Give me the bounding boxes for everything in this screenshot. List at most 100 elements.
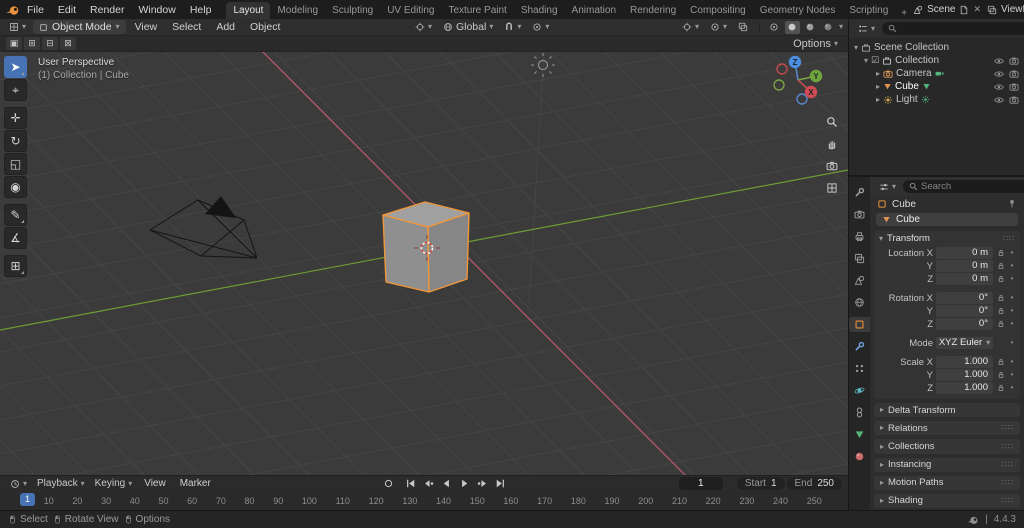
lock-icon[interactable] (996, 262, 1006, 270)
zoom-icon[interactable] (826, 116, 838, 128)
viewlayer-name[interactable]: ViewLayer (1001, 4, 1024, 15)
section-delta-transform[interactable]: ▸ Delta Transform (874, 403, 1020, 418)
camera-object[interactable] (148, 196, 258, 259)
location-y-field[interactable]: 0 m (936, 260, 993, 273)
location-x-field[interactable]: 0 m (936, 247, 993, 260)
tab-modifiers[interactable] (849, 339, 870, 354)
menu-render[interactable]: Render (83, 4, 131, 16)
timeline-ruler[interactable]: 1 10 20 30 40 50 60 70 80 90 100 110 120… (0, 491, 848, 510)
tab-object-data[interactable] (849, 427, 870, 442)
disable-render-toggle[interactable] (1009, 56, 1019, 66)
grip-icon[interactable]: ∷∷ (1002, 424, 1014, 432)
play-reverse-button[interactable] (440, 477, 454, 490)
tab-compositing[interactable]: Compositing (683, 2, 753, 19)
tool-rotate[interactable]: ↻ (4, 130, 27, 152)
show-gizmo-dropdown[interactable]: ▾ (678, 21, 703, 33)
tab-uv-editing[interactable]: UV Editing (380, 2, 441, 19)
outliner-editor-type-button[interactable]: ▾ (854, 23, 879, 35)
shading-rendered-button[interactable] (821, 21, 836, 34)
timeline-view-menu[interactable]: View (138, 478, 172, 489)
chevron-down-icon[interactable]: ▾ (864, 56, 868, 65)
grip-icon[interactable]: ∷∷ (1002, 442, 1014, 451)
animate-dot[interactable]: • (1009, 275, 1015, 283)
menu-help[interactable]: Help (183, 4, 219, 16)
tab-modeling[interactable]: Modeling (270, 2, 325, 19)
tab-texture-paint[interactable]: Texture Paint (441, 2, 513, 19)
grip-icon[interactable]: ∷∷ (1002, 496, 1014, 505)
tab-geometry-nodes[interactable]: Geometry Nodes (753, 2, 843, 19)
disable-render-toggle[interactable] (1009, 82, 1019, 92)
ortho-toggle-icon[interactable] (826, 182, 838, 194)
navigation-gizmo[interactable]: Z Y X (770, 54, 826, 112)
tab-scripting[interactable]: Scripting (842, 2, 895, 19)
chevron-right-icon[interactable]: ▸ (876, 95, 880, 104)
timeline-marker-menu[interactable]: Marker (174, 478, 217, 489)
tool-annotate[interactable]: ✎ (4, 204, 27, 226)
tab-layout[interactable]: Layout (226, 2, 271, 19)
tab-tool[interactable] (849, 185, 870, 200)
animate-dot[interactable]: • (1009, 249, 1015, 257)
unlink-scene-button[interactable]: ✕ (973, 4, 981, 15)
pin-icon[interactable] (1007, 199, 1017, 209)
chevron-down-icon[interactable]: ▾ (854, 43, 858, 52)
prev-keyframe-button[interactable] (422, 477, 436, 490)
select-mode-new-button[interactable]: ▣ (6, 37, 22, 50)
snap-dropdown[interactable]: ▾ (500, 21, 525, 33)
editor-type-button[interactable]: ▾ (5, 21, 30, 33)
hide-eye-toggle[interactable] (994, 82, 1004, 92)
properties-search-input[interactable] (921, 181, 1024, 192)
lock-icon[interactable] (996, 294, 1006, 302)
breadcrumb-object-name[interactable]: Cube (892, 199, 916, 210)
gizmo-neg-y[interactable] (773, 79, 785, 91)
scale-x-field[interactable]: 1.000 (936, 356, 993, 369)
tab-render[interactable] (849, 207, 870, 222)
pivot-point-dropdown[interactable]: ▾ (411, 21, 436, 33)
tab-shading[interactable]: Shading (514, 2, 565, 19)
outliner-row-collection[interactable]: ▾ ☑ Collection (849, 54, 1024, 67)
lock-icon[interactable] (996, 249, 1006, 257)
select-mode-subtract-button[interactable]: ⊟ (42, 37, 58, 50)
new-scene-button[interactable] (959, 5, 969, 15)
gizmo-neg-x[interactable] (776, 63, 788, 75)
hide-eye-toggle[interactable] (994, 69, 1004, 79)
tab-physics[interactable] (849, 383, 870, 398)
shading-wireframe-button[interactable] (767, 21, 782, 34)
chevron-right-icon[interactable]: ▸ (876, 82, 880, 91)
animate-dot[interactable]: • (1009, 384, 1015, 392)
rotation-x-field[interactable]: 0° (936, 292, 993, 305)
transform-panel-header[interactable]: ▾ Transform ∷∷ (874, 231, 1020, 246)
animate-dot[interactable]: • (1009, 371, 1015, 379)
add-workspace-button[interactable]: + (895, 8, 913, 19)
tab-particles[interactable] (849, 361, 870, 376)
tool-select-box[interactable]: ➤ (4, 56, 27, 78)
shading-options-chevron[interactable]: ▾ (839, 23, 843, 31)
section-instancing[interactable]: ▸ Instancing ∷∷ (874, 457, 1020, 472)
select-mode-intersect-button[interactable]: ⊠ (60, 37, 76, 50)
grip-icon[interactable]: ∷∷ (1002, 460, 1014, 469)
tab-object[interactable] (849, 317, 870, 332)
lock-icon[interactable] (996, 384, 1006, 392)
lock-icon[interactable] (996, 371, 1006, 379)
current-frame-field[interactable]: 1 (678, 477, 723, 490)
playback-menu[interactable]: Playback ▾ (33, 477, 89, 490)
menu-add[interactable]: Add (210, 21, 241, 33)
outliner-row-cube[interactable]: ▸ Cube (849, 80, 1024, 93)
playhead-marker[interactable]: 1 (20, 493, 36, 506)
exclude-checkbox[interactable]: ☑ (871, 56, 879, 65)
section-collections[interactable]: ▸ Collections ∷∷ (874, 439, 1020, 454)
hide-eye-toggle[interactable] (994, 95, 1004, 105)
viewport-3d[interactable]: User Perspective (1) Collection | Cube ➤… (0, 52, 848, 475)
animate-dot[interactable]: • (1009, 307, 1015, 315)
rotation-mode-dropdown[interactable]: XYZ Euler ▾ (936, 337, 993, 350)
select-mode-extend-button[interactable]: ⊞ (24, 37, 40, 50)
lock-icon[interactable] (996, 358, 1006, 366)
menu-view[interactable]: View (129, 21, 164, 33)
pan-hand-icon[interactable] (826, 138, 838, 150)
lock-icon[interactable] (996, 275, 1006, 283)
section-relations[interactable]: ▸ Relations ∷∷ (874, 421, 1020, 436)
object-name-field[interactable]: Cube (876, 213, 1018, 227)
tool-transform[interactable]: ◉ (4, 176, 27, 198)
jump-start-button[interactable] (404, 477, 418, 490)
animate-dot[interactable]: • (1009, 262, 1015, 270)
tool-cursor[interactable]: ⌖ (4, 79, 27, 101)
